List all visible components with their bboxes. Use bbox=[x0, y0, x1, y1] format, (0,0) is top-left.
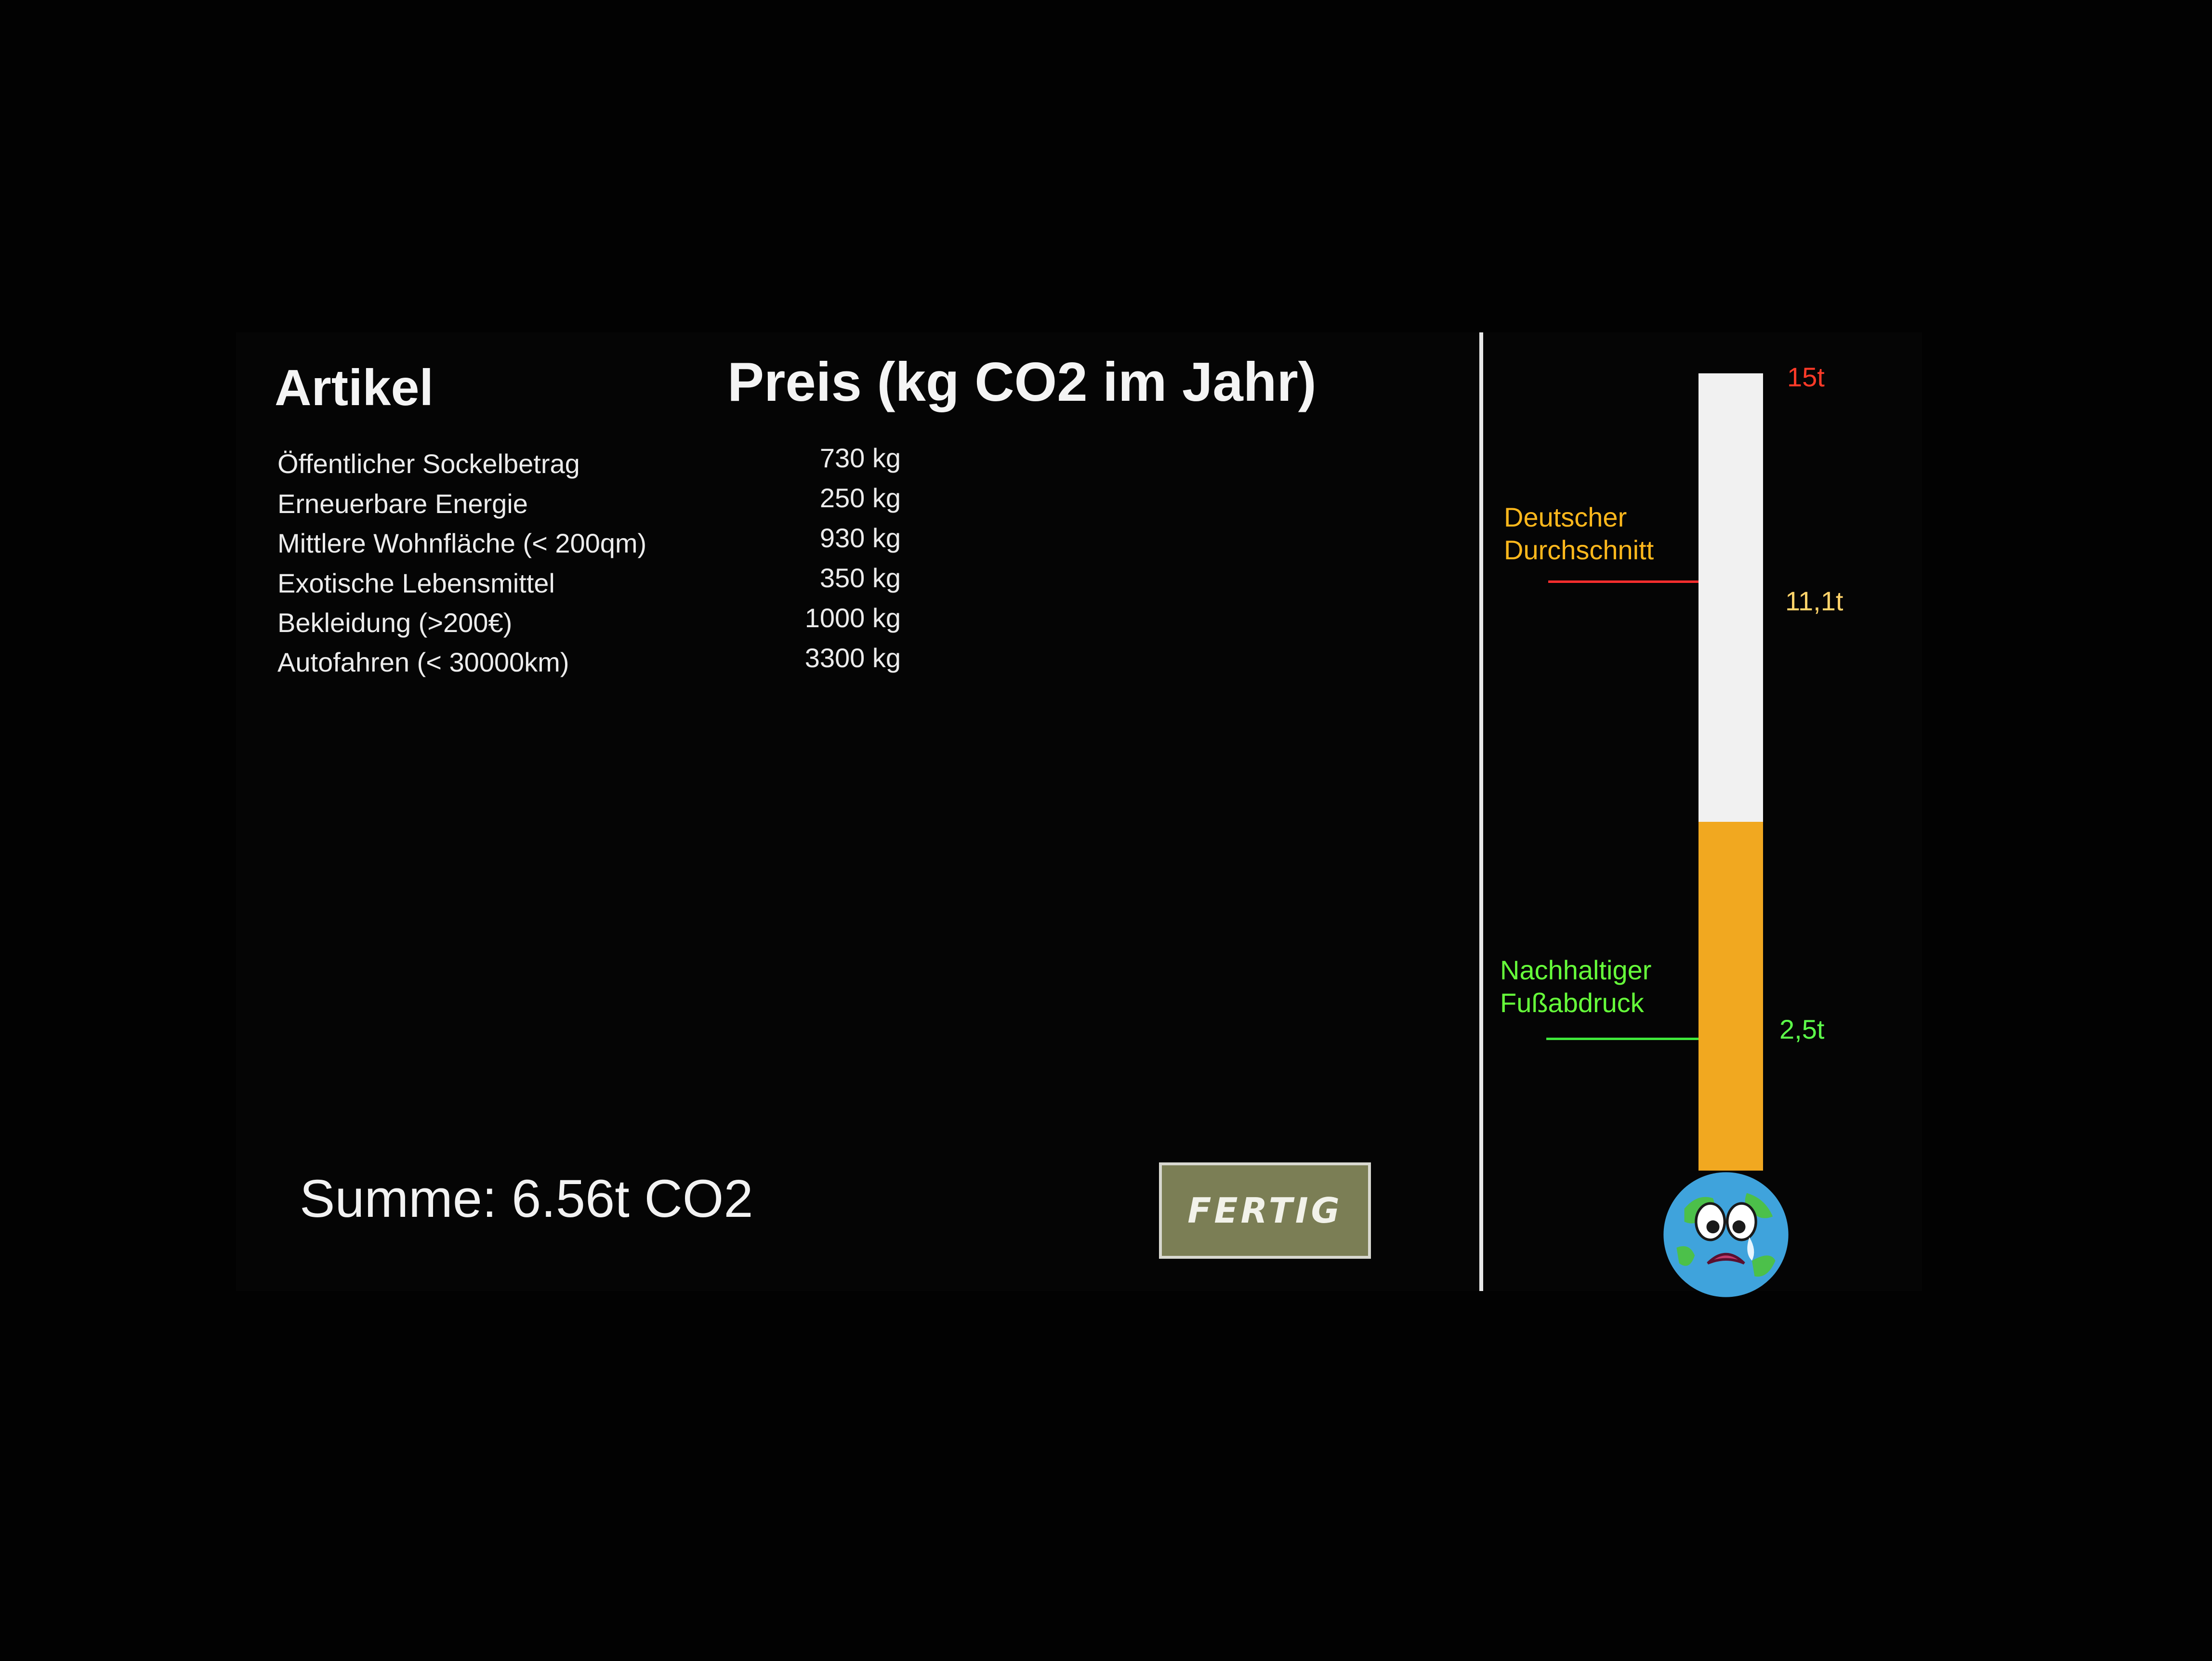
column-header-item: Artikel bbox=[275, 359, 434, 416]
item-value: 930 kg bbox=[819, 523, 901, 553]
sustainable-marker-line bbox=[1546, 1038, 1698, 1041]
vertical-divider bbox=[1479, 332, 1483, 1291]
scale-average-label: 11,1t bbox=[1785, 586, 1843, 617]
average-text-line: Deutscher bbox=[1504, 502, 1627, 532]
co2-thermometer bbox=[1698, 373, 1763, 1171]
crying-earth-icon bbox=[1663, 1172, 1789, 1297]
item-value: 250 kg bbox=[819, 483, 901, 513]
average-text-line: Durchschnitt bbox=[1504, 535, 1654, 565]
sum-total: Summe: 6.56t CO2 bbox=[300, 1169, 753, 1228]
item-name: Erneuerbare Energie bbox=[277, 488, 528, 519]
sustainable-text-line: Fußabdruck bbox=[1500, 988, 1644, 1018]
fertig-button[interactable]: FERTIG bbox=[1159, 1162, 1371, 1259]
thermometer-fill bbox=[1698, 822, 1763, 1171]
item-value: 350 kg bbox=[819, 563, 901, 593]
item-name: Öffentlicher Sockelbetrag bbox=[277, 448, 580, 479]
item-value: 1000 kg bbox=[804, 603, 901, 633]
sustainable-text-line: Nachhaltiger bbox=[1500, 955, 1652, 985]
item-name: Autofahren (< 30000km) bbox=[277, 647, 569, 677]
scale-sustainable-label: 2,5t bbox=[1779, 1014, 1825, 1045]
sustainable-marker-text: Nachhaltiger Fußabdruck bbox=[1500, 954, 1651, 1019]
item-name: Exotische Lebensmittel bbox=[277, 568, 555, 598]
item-name: Mittlere Wohnfläche (< 200qm) bbox=[277, 528, 647, 558]
item-name: Bekleidung (>200€) bbox=[277, 607, 513, 638]
item-value: 730 kg bbox=[819, 443, 901, 473]
scale-max-label: 15t bbox=[1787, 362, 1825, 392]
average-marker-text: Deutscher Durchschnitt bbox=[1504, 501, 1654, 567]
average-marker-line bbox=[1548, 580, 1698, 583]
column-header-price: Preis (kg CO2 im Jahr) bbox=[727, 352, 1317, 413]
item-value: 3300 kg bbox=[804, 643, 901, 673]
display-screen: Artikel Preis (kg CO2 im Jahr) Öffentlic… bbox=[0, 0, 2212, 1661]
